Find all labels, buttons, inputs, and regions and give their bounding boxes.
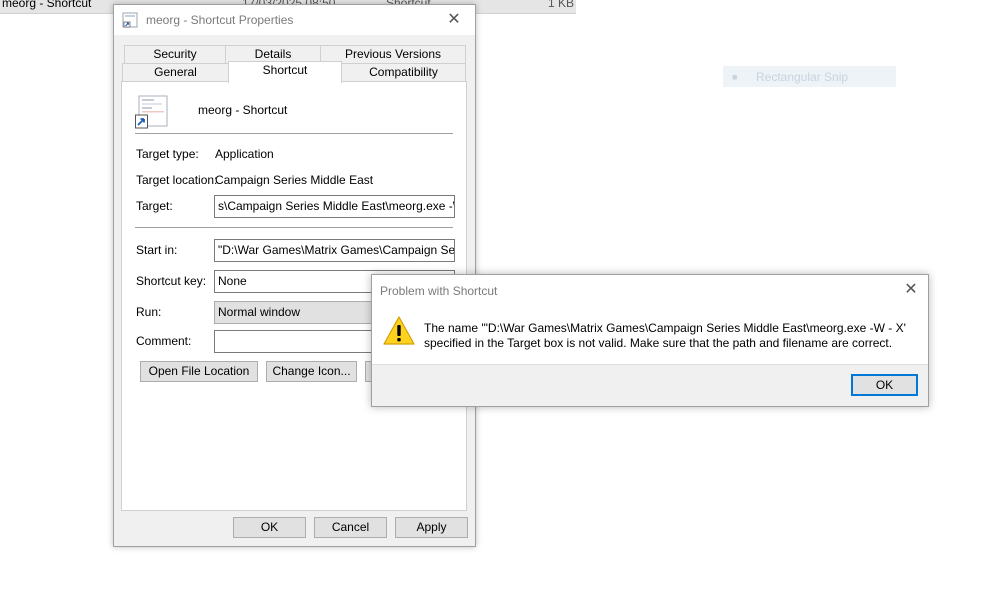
tab-compatibility[interactable]: Compatibility xyxy=(341,63,466,82)
snip-mode-label: Rectangular Snip xyxy=(756,70,849,84)
file-size: 1 KB xyxy=(548,0,575,10)
target-type-value: Application xyxy=(215,147,274,161)
start-in-label: Start in: xyxy=(136,243,178,257)
error-message: The name '"D:\War Games\Matrix Games\Cam… xyxy=(424,321,906,350)
comment-label: Comment: xyxy=(136,334,192,348)
error-ok-button[interactable]: OK xyxy=(851,374,918,396)
error-close-button[interactable]: ✕ xyxy=(894,275,928,305)
cancel-button[interactable]: Cancel xyxy=(314,517,387,538)
title-bar[interactable]: meorg - Shortcut Properties ✕ xyxy=(114,5,475,35)
target-location-value: Campaign Series Middle East xyxy=(215,173,374,187)
close-button[interactable]: ✕ xyxy=(437,5,471,35)
problem-with-shortcut-dialog: Problem with Shortcut ✕ The name '"D:\Wa… xyxy=(371,274,929,407)
error-dialog-title: Problem with Shortcut xyxy=(380,284,498,298)
change-icon-button[interactable]: Change Icon... xyxy=(266,361,357,382)
divider xyxy=(135,133,453,134)
snip-mode-chip[interactable]: ■ Rectangular Snip xyxy=(723,66,896,87)
file-name: meorg - Shortcut xyxy=(2,0,92,10)
error-footer: OK xyxy=(372,364,928,406)
start-in-input[interactable]: "D:\War Games\Matrix Games\Campaign Seri… xyxy=(214,239,455,262)
target-input[interactable]: s\Campaign Series Middle East\meorg.exe … xyxy=(214,195,455,218)
tab-shortcut[interactable]: Shortcut xyxy=(228,61,342,83)
divider xyxy=(135,227,453,228)
snip-icon: ■ xyxy=(732,72,738,82)
shortcut-file-icon xyxy=(135,95,168,129)
run-label: Run: xyxy=(136,305,162,319)
apply-button[interactable]: Apply xyxy=(395,517,468,538)
tab-general[interactable]: General xyxy=(122,63,229,82)
ok-button[interactable]: OK xyxy=(233,517,306,538)
target-label: Target: xyxy=(136,199,173,213)
target-type-label: Target type: xyxy=(136,147,199,161)
shortcut-app-icon xyxy=(122,12,138,28)
tab-security[interactable]: Security xyxy=(124,45,226,64)
dialog-title: meorg - Shortcut Properties xyxy=(146,13,294,27)
target-location-label: Target location: xyxy=(136,173,218,187)
shortcut-key-label: Shortcut key: xyxy=(136,274,207,288)
shortcut-name: meorg - Shortcut xyxy=(198,103,288,117)
open-file-location-button[interactable]: Open File Location xyxy=(140,361,258,382)
warning-icon xyxy=(383,316,415,345)
